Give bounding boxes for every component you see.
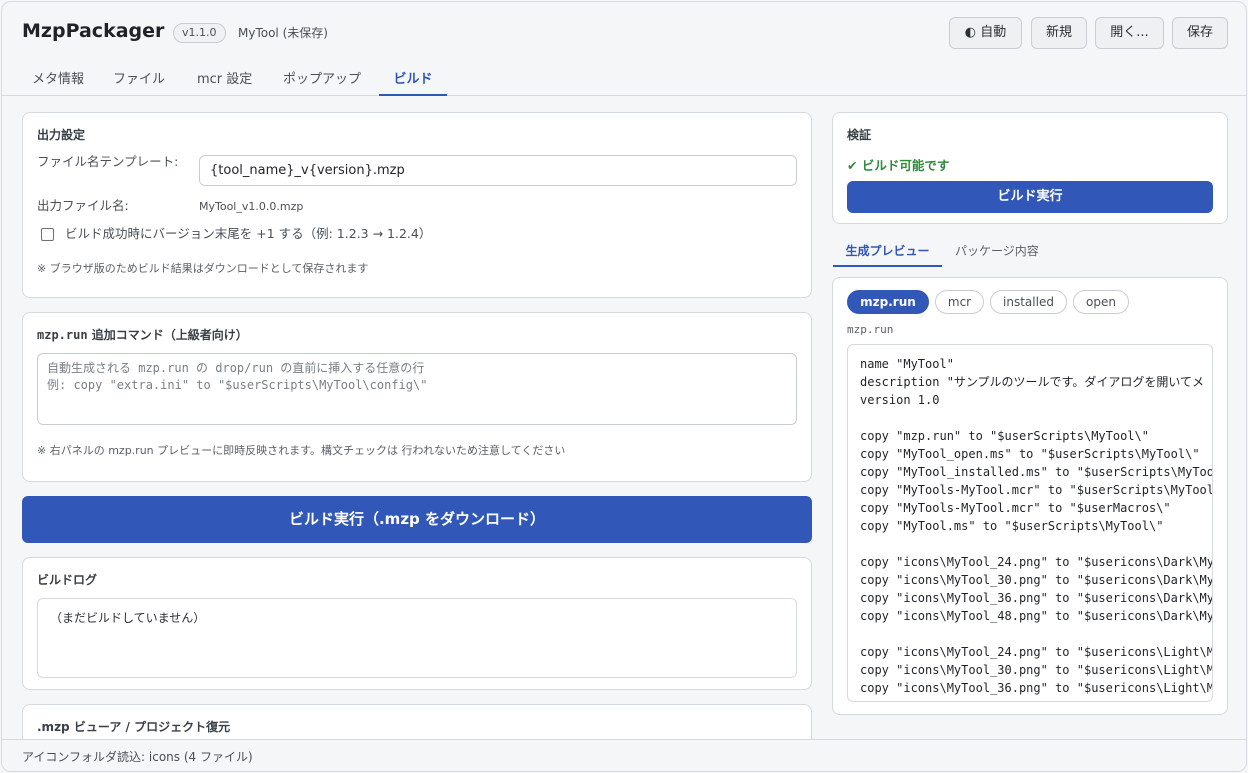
- filename-label: 出力ファイル名:: [37, 198, 129, 213]
- pill-mcr[interactable]: mcr: [935, 290, 984, 314]
- extra-commands-title-code: mzp.run: [37, 328, 88, 342]
- tab-build[interactable]: ビルド: [379, 68, 447, 96]
- code-line: copy "MyTool_open.ms" to "$userScripts\M…: [860, 447, 1200, 461]
- extra-commands-textarea[interactable]: [37, 353, 797, 425]
- save-button[interactable]: 保存: [1172, 17, 1228, 49]
- mzp-viewer-title: .mzp ビューア / プロジェクト復元: [37, 720, 231, 734]
- code-line: copy "MyTool.ms" to "$userScripts\MyTool…: [860, 519, 1164, 533]
- code-line: copy "icons\MyTool_36.png" to "$usericon…: [860, 681, 1213, 695]
- new-button[interactable]: 新規: [1031, 17, 1087, 49]
- app-window: MzpPackager v1.1.0 MyTool (未保存) ◐ 自動 新規 …: [1, 1, 1247, 772]
- tab-package-contents[interactable]: パッケージ内容: [955, 242, 1039, 267]
- code-line: copy "MyTool_installed.ms" to "$userScri…: [860, 465, 1213, 479]
- preview-tabs: 生成プレビュー パッケージ内容: [833, 235, 1229, 267]
- preview-card: mzp.run mcr installed open mzp.run name …: [832, 277, 1228, 715]
- validation-card: 検証 ✔ ビルド可能です ビルド実行: [832, 112, 1228, 224]
- preview-file-label: mzp.run: [847, 323, 894, 336]
- validation-status: ✔ ビルド可能です: [847, 158, 950, 173]
- validation-title: 検証: [847, 128, 872, 142]
- tab-files[interactable]: ファイル: [113, 68, 165, 96]
- open-button[interactable]: 開く...: [1095, 17, 1164, 49]
- build-log-card: ビルドログ （まだビルドしていません）: [22, 557, 812, 690]
- status-text: アイコンフォルダ読込: icons (4 ファイル): [22, 750, 253, 764]
- template-input[interactable]: [199, 155, 797, 186]
- code-line: copy "mzp.run" to "$userScripts\MyTool\": [860, 429, 1149, 443]
- code-line: version 1.0: [860, 393, 940, 407]
- code-line: name "MyTool": [860, 357, 954, 371]
- code-line: copy "MyTools-MyTool.mcr" to "$userScrip…: [860, 483, 1213, 497]
- bump-version-label: ビルド成功時にバージョン末尾を +1 する（例: 1.2.3 → 1.2.4）: [65, 226, 432, 241]
- extra-commands-note: ※ 右パネルの mzp.run プレビューに即時反映されます。構文チェックは 行…: [37, 444, 566, 457]
- validation-build-button[interactable]: ビルド実行: [847, 181, 1213, 213]
- output-settings-title: 出力設定: [37, 128, 86, 142]
- output-settings-card: 出力設定 ファイル名テンプレート: 出力ファイル名: MyTool_v1.0.0…: [22, 112, 812, 298]
- status-bar: アイコンフォルダ読込: icons (4 ファイル): [2, 739, 1246, 771]
- extra-commands-title: mzp.run 追加コマンド（上級者向け）: [37, 326, 248, 343]
- code-line: copy "MyTools-MyTool.mcr" to "$userMacro…: [860, 501, 1171, 515]
- build-log-title: ビルドログ: [37, 573, 98, 587]
- output-note: ※ ブラウザ版のためビルド結果はダウンロードとして保存されます: [37, 262, 369, 275]
- version-badge: v1.1.0: [173, 23, 226, 43]
- tab-generated-preview[interactable]: 生成プレビュー: [833, 242, 942, 267]
- extra-commands-title-rest: 追加コマンド（上級者向け）: [87, 328, 248, 342]
- code-line: copy "icons\MyTool_30.png" to "$usericon…: [860, 663, 1213, 677]
- template-label: ファイル名テンプレート:: [37, 154, 179, 169]
- tab-meta[interactable]: メタ情報: [32, 68, 84, 96]
- code-line: copy "icons\MyTool_24.png" to "$usericon…: [860, 555, 1213, 569]
- preview-code[interactable]: name "MyTool" description "サンプルのツールです。ダイア…: [847, 344, 1213, 702]
- project-name: MyTool (未保存): [238, 26, 328, 40]
- bump-version-checkbox[interactable]: [41, 228, 54, 241]
- code-line: copy "icons\MyTool_36.png" to "$usericon…: [860, 591, 1213, 605]
- tab-mcr[interactable]: mcr 設定: [197, 68, 252, 96]
- extra-commands-card: mzp.run 追加コマンド（上級者向け） ※ 右パネルの mzp.run プレ…: [22, 312, 812, 482]
- pill-mzp-run[interactable]: mzp.run: [847, 290, 929, 314]
- pill-installed[interactable]: installed: [990, 290, 1067, 314]
- main-tabs: メタ情報 ファイル mcr 設定 ポップアップ ビルド: [2, 62, 1246, 96]
- code-line: description "サンプルのツールです。ダイアログを開いてメ: [860, 375, 1205, 389]
- theme-toggle-button[interactable]: ◐ 自動: [949, 17, 1022, 49]
- code-line: copy "icons\MyTool_24.png" to "$usericon…: [860, 645, 1213, 659]
- app-title: MzpPackager: [22, 20, 165, 42]
- header: MzpPackager v1.1.0 MyTool (未保存) ◐ 自動 新規 …: [2, 2, 1246, 62]
- code-line: copy "icons\MyTool_48.png" to "$usericon…: [860, 609, 1213, 623]
- build-download-button[interactable]: ビルド実行（.mzp をダウンロード）: [22, 496, 812, 543]
- filename-value: MyTool_v1.0.0.mzp: [199, 200, 304, 213]
- pill-open[interactable]: open: [1073, 290, 1129, 314]
- build-log-output: （まだビルドしていません）: [37, 598, 797, 678]
- code-line: copy "icons\MyTool_30.png" to "$usericon…: [860, 573, 1213, 587]
- tab-popup[interactable]: ポップアップ: [283, 68, 361, 96]
